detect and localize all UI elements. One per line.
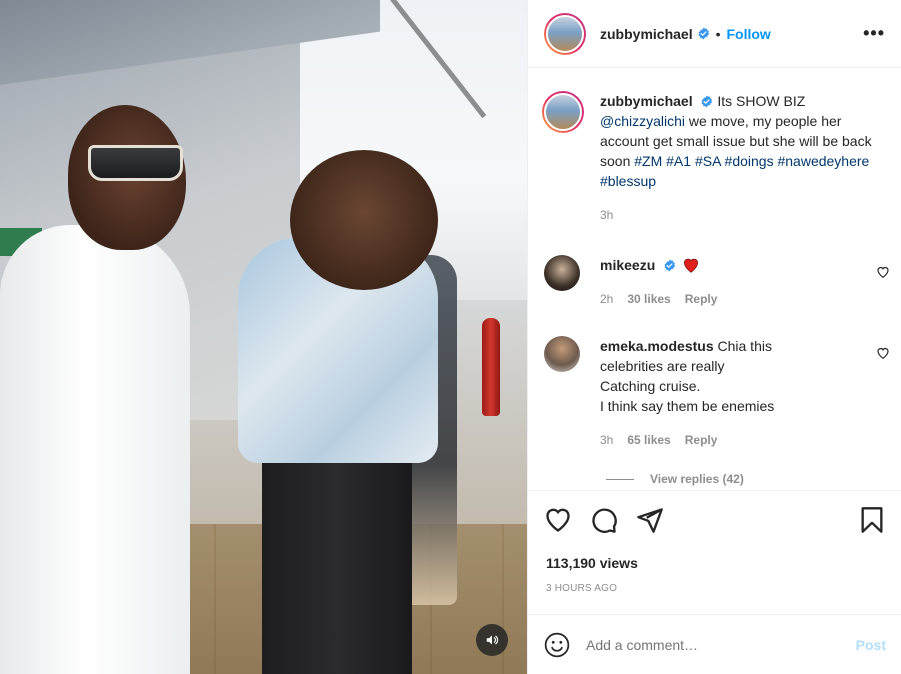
follow-button[interactable]: Follow [727, 26, 771, 42]
hashtag-link[interactable]: #blessup [600, 173, 656, 189]
view-count[interactable]: 113,190 views [528, 555, 901, 571]
sound-toggle-button[interactable] [476, 624, 508, 656]
commenter-avatar[interactable] [544, 336, 580, 372]
caption-username[interactable]: zubbymichael [600, 93, 693, 109]
like-heart-icon[interactable] [544, 506, 572, 534]
author-avatar[interactable] [544, 12, 586, 55]
comment-text-line: I think say them be enemies [600, 398, 775, 414]
comment-age[interactable]: 3h [600, 433, 613, 447]
verified-badge-icon [701, 95, 713, 108]
action-icons [528, 491, 901, 549]
red-heart-emoji-icon [684, 258, 698, 273]
comment-item: emeka.modestus Chia this celebrities are… [528, 336, 901, 450]
like-comment-heart-icon[interactable] [876, 265, 890, 279]
comment-input[interactable] [586, 636, 856, 653]
speaker-icon [486, 635, 499, 645]
post-header: zubbymichael • Follow ••• [528, 0, 901, 68]
post-video[interactable] [0, 0, 527, 674]
author-username[interactable]: zubbymichael [600, 26, 693, 42]
comment-item: mikeezu 2h 30 likes Reply [528, 255, 901, 309]
man-sunglasses [88, 145, 183, 181]
verified-badge-icon [698, 27, 709, 40]
commenter-avatar[interactable] [544, 255, 580, 291]
comment-username[interactable]: mikeezu [600, 257, 655, 273]
fire-extinguisher [482, 318, 500, 416]
hashtag-link[interactable]: #ZM [634, 153, 662, 169]
comment-likes[interactable]: 65 likes [627, 433, 670, 447]
caption-text-start: Its SHOW BIZ [717, 93, 806, 109]
reply-button[interactable]: Reply [685, 433, 718, 447]
more-options-icon[interactable]: ••• [863, 23, 885, 44]
caption: zubbymichael Its SHOW BIZ @chizzyalichi … [528, 91, 901, 225]
post-side-panel: zubbymichael • Follow ••• zubbymichael I… [527, 0, 901, 674]
comments-list[interactable]: zubbymichael Its SHOW BIZ @chizzyalichi … [528, 69, 901, 489]
post-timestamp[interactable]: 3 HOURS AGO [528, 583, 901, 594]
verified-badge-icon [664, 259, 676, 272]
comment-username[interactable]: emeka.modestus [600, 338, 714, 354]
comment-age[interactable]: 2h [600, 292, 613, 306]
share-paper-plane-icon[interactable] [636, 506, 664, 534]
hashtag-link[interactable]: #doings [725, 153, 774, 169]
post-actions: 113,190 views 3 HOURS AGO [528, 490, 901, 594]
caption-mention-link[interactable]: @chizzyalichi [600, 113, 685, 129]
comment-likes[interactable]: 30 likes [627, 292, 670, 306]
comment-text-line: Catching cruise. [600, 378, 701, 394]
view-replies-button[interactable]: View replies (42) [650, 472, 744, 486]
save-bookmark-icon[interactable] [858, 506, 886, 534]
add-comment-bar: Post [528, 614, 901, 674]
view-replies[interactable]: View replies (42) [606, 472, 744, 486]
comment-text-line: Chia this [717, 338, 772, 354]
man-white-outfit [0, 225, 190, 674]
woman-legs [262, 450, 412, 674]
post-comment-button[interactable]: Post [856, 637, 886, 653]
hashtag-link[interactable]: #nawedeyhere [777, 153, 869, 169]
like-comment-heart-icon[interactable] [876, 346, 890, 360]
caption-author-avatar[interactable] [542, 91, 584, 133]
comment-bubble-icon[interactable] [590, 506, 618, 534]
comment-meta: 3h 65 likes Reply [600, 430, 880, 450]
reply-button[interactable]: Reply [685, 292, 718, 306]
caption-age[interactable]: 3h [600, 205, 880, 225]
hashtag-link[interactable]: #A1 [666, 153, 691, 169]
comment-meta: 2h 30 likes Reply [600, 289, 717, 309]
comment-text-line: celebrities are really [600, 358, 725, 374]
hashtag-link[interactable]: #SA [695, 153, 721, 169]
replies-divider [606, 478, 634, 480]
emoji-icon[interactable] [544, 632, 570, 658]
woman-hair [290, 150, 438, 290]
separator-dot: • [715, 25, 721, 42]
